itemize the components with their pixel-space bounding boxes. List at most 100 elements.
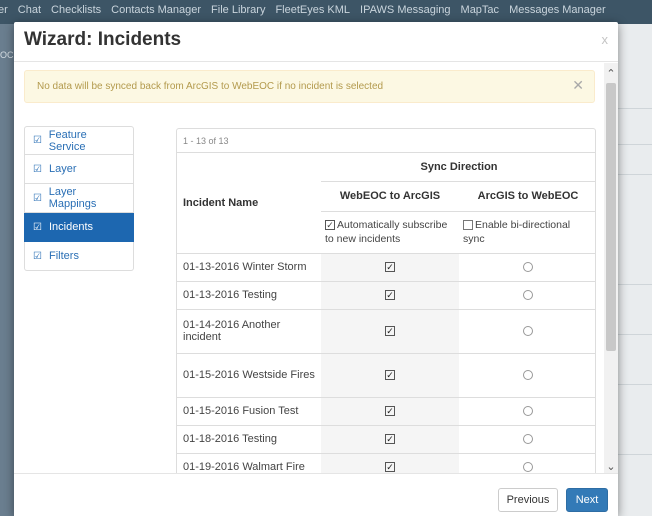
arcgis-to-webeoc-radio[interactable] — [523, 326, 533, 337]
background-divider — [618, 108, 652, 109]
auto-subscribe-checkbox[interactable]: ✓ — [325, 219, 335, 230]
incidents-panel: 1 - 13 of 13 Incident Name Sync Directio… — [176, 128, 596, 473]
arcgis-to-webeoc-cell — [459, 397, 595, 426]
sidebar-item-filters[interactable]: ☑ Filters — [24, 242, 134, 271]
checked-icon: ☑ — [33, 135, 42, 146]
warning-alert: No data will be synced back from ArcGIS … — [24, 70, 595, 103]
background-nav-item: IPAWS Messaging — [360, 4, 451, 16]
webeoc-to-arcgis-checkbox[interactable]: ✓ — [385, 290, 395, 301]
arcgis-to-webeoc-radio[interactable] — [523, 406, 533, 417]
arcgis-to-webeoc-cell — [459, 253, 595, 282]
incidents-table-body: 01-13-2016 Winter Storm ✓ 01-13-2016 Testi… — [177, 253, 595, 473]
incidents-table: Incident Name Sync Direction WebEOC to A… — [177, 153, 595, 473]
webeoc-to-arcgis-cell: ✓ — [321, 281, 459, 310]
arcgis-to-webeoc-cell — [459, 281, 595, 310]
incident-name: 01-13-2016 Winter Storm — [177, 253, 321, 282]
background-nav-item: Checklists — [51, 4, 102, 16]
sidebar-item-label: Layer Mappings — [48, 186, 97, 210]
scroll-thumb[interactable] — [606, 83, 616, 351]
sync-direction-header: Sync Direction — [321, 153, 595, 182]
sidebar-item-layer[interactable]: ☑ Layer — [24, 155, 134, 184]
background-nav-item: er — [0, 4, 8, 16]
arcgis-to-webeoc-radio[interactable] — [523, 290, 533, 301]
arcgis-to-webeoc-cell — [459, 353, 595, 398]
sidebar-item-layer-mappings[interactable]: ☑ Layer Mappings — [24, 184, 134, 213]
webeoc-to-arcgis-cell: ✓ — [321, 353, 459, 398]
sidebar-item-incidents[interactable]: ☑ Incidents — [24, 213, 134, 242]
incident-name-header: Incident Name — [177, 153, 321, 254]
webeoc-to-arcgis-cell: ✓ — [321, 425, 459, 454]
checked-icon: ☑ — [33, 250, 42, 262]
table-row: 01-19-2016 Walmart Fire ✓ — [177, 453, 595, 473]
webeoc-to-arcgis-checkbox[interactable]: ✓ — [385, 370, 395, 381]
alert-close-icon[interactable]: ✕ — [572, 77, 584, 94]
paging-info: 1 - 13 of 13 — [177, 129, 595, 153]
bidirectional-label: Enable bi-directional sync — [463, 218, 571, 245]
previous-button[interactable]: Previous — [498, 488, 558, 512]
modal-header: Wizard: Incidents x — [14, 22, 618, 62]
checked-icon: ☑ — [33, 163, 42, 175]
arcgis-to-webeoc-cell — [459, 425, 595, 454]
webeoc-to-arcgis-checkbox[interactable]: ✓ — [385, 326, 395, 337]
modal-body: No data will be synced back from ArcGIS … — [14, 63, 604, 473]
modal-footer: Previous Next — [14, 473, 618, 516]
table-row: 01-13-2016 Testing ✓ — [177, 281, 595, 310]
modal-title: Wizard: Incidents — [24, 29, 182, 50]
sidebar-item-feature-service[interactable]: ☑ Feature Service — [24, 126, 134, 155]
background-divider — [618, 284, 652, 285]
background-divider — [618, 174, 652, 175]
wizard-steps-nav: ☑ Feature Service ☑ Layer ☑ Layer Mappings ☑ In… — [24, 126, 134, 271]
background-divider — [618, 454, 652, 455]
close-icon[interactable]: x — [602, 32, 609, 47]
webeoc-to-arcgis-checkbox[interactable]: ✓ — [385, 262, 395, 273]
background-nav-item: FleetEyes KML — [275, 4, 351, 16]
sidebar-item-label: Incidents — [49, 221, 94, 233]
background-nav-item: File Library — [211, 4, 266, 16]
webeoc-to-arcgis-header: WebEOC to ArcGIS — [321, 181, 459, 212]
sidebar-item-label: Filters — [49, 250, 79, 262]
table-row: 01-15-2016 Westside Fires ✓ — [177, 353, 595, 398]
incident-name: 01-15-2016 Westside Fires — [177, 353, 321, 398]
bidirectional-checkbox[interactable] — [463, 219, 473, 230]
scroll-down-icon[interactable]: ⌄ — [604, 460, 618, 473]
scroll-up-icon[interactable]: ⌃ — [604, 67, 618, 80]
incident-name: 01-18-2016 Testing — [177, 425, 321, 454]
background-divider — [618, 334, 652, 335]
webeoc-to-arcgis-cell: ✓ — [321, 309, 459, 354]
arcgis-to-webeoc-radio[interactable] — [523, 370, 533, 381]
incident-name: 01-19-2016 Walmart Fire — [177, 453, 321, 473]
wizard-modal: Wizard: Incidents x No data will be sync… — [14, 22, 618, 516]
bidirectional-option[interactable]: Enable bi-directional sync — [459, 211, 595, 254]
table-row: 01-15-2016 Fusion Test ✓ — [177, 397, 595, 426]
background-nav-item: Chat — [17, 4, 42, 16]
checked-icon: ☑ — [33, 192, 42, 204]
arcgis-to-webeoc-radio[interactable] — [523, 262, 533, 273]
alert-message: No data will be synced back from ArcGIS … — [37, 81, 384, 92]
webeoc-to-arcgis-checkbox[interactable]: ✓ — [385, 434, 395, 445]
auto-subscribe-label: Automatically subscribe to new incidents — [325, 218, 448, 245]
table-row: 01-13-2016 Winter Storm ✓ — [177, 253, 595, 282]
incident-name: 01-13-2016 Testing — [177, 281, 321, 310]
background-nav-item: Contacts Manager — [111, 4, 202, 16]
webeoc-to-arcgis-checkbox[interactable]: ✓ — [385, 462, 395, 473]
next-button[interactable]: Next — [566, 488, 608, 512]
incident-name: 01-14-2016 Another incident — [177, 309, 321, 354]
auto-subscribe-option[interactable]: ✓ Automatically subscribe to new incident… — [321, 211, 459, 254]
webeoc-to-arcgis-cell: ✓ — [321, 453, 459, 473]
webeoc-to-arcgis-cell: ✓ — [321, 397, 459, 426]
arcgis-to-webeoc-radio[interactable] — [523, 434, 533, 445]
arcgis-to-webeoc-header: ArcGIS to WebEOC — [459, 181, 595, 212]
background-left-edge: OC — [0, 24, 14, 516]
background-right-edge — [618, 24, 652, 516]
checked-icon: ☑ — [33, 221, 42, 233]
sidebar-item-label: Feature Service — [48, 128, 87, 153]
webeoc-to-arcgis-checkbox[interactable]: ✓ — [385, 406, 395, 417]
arcgis-to-webeoc-cell — [459, 453, 595, 473]
modal-scrollbar[interactable]: ⌃ ⌄ — [604, 63, 618, 473]
arcgis-to-webeoc-cell — [459, 309, 595, 354]
background-nav-item: Messages Manager — [509, 4, 606, 16]
sidebar-item-label: Layer — [49, 163, 77, 175]
arcgis-to-webeoc-radio[interactable] — [523, 462, 533, 473]
background-divider — [618, 384, 652, 385]
background-edge-text: OC — [0, 50, 14, 60]
